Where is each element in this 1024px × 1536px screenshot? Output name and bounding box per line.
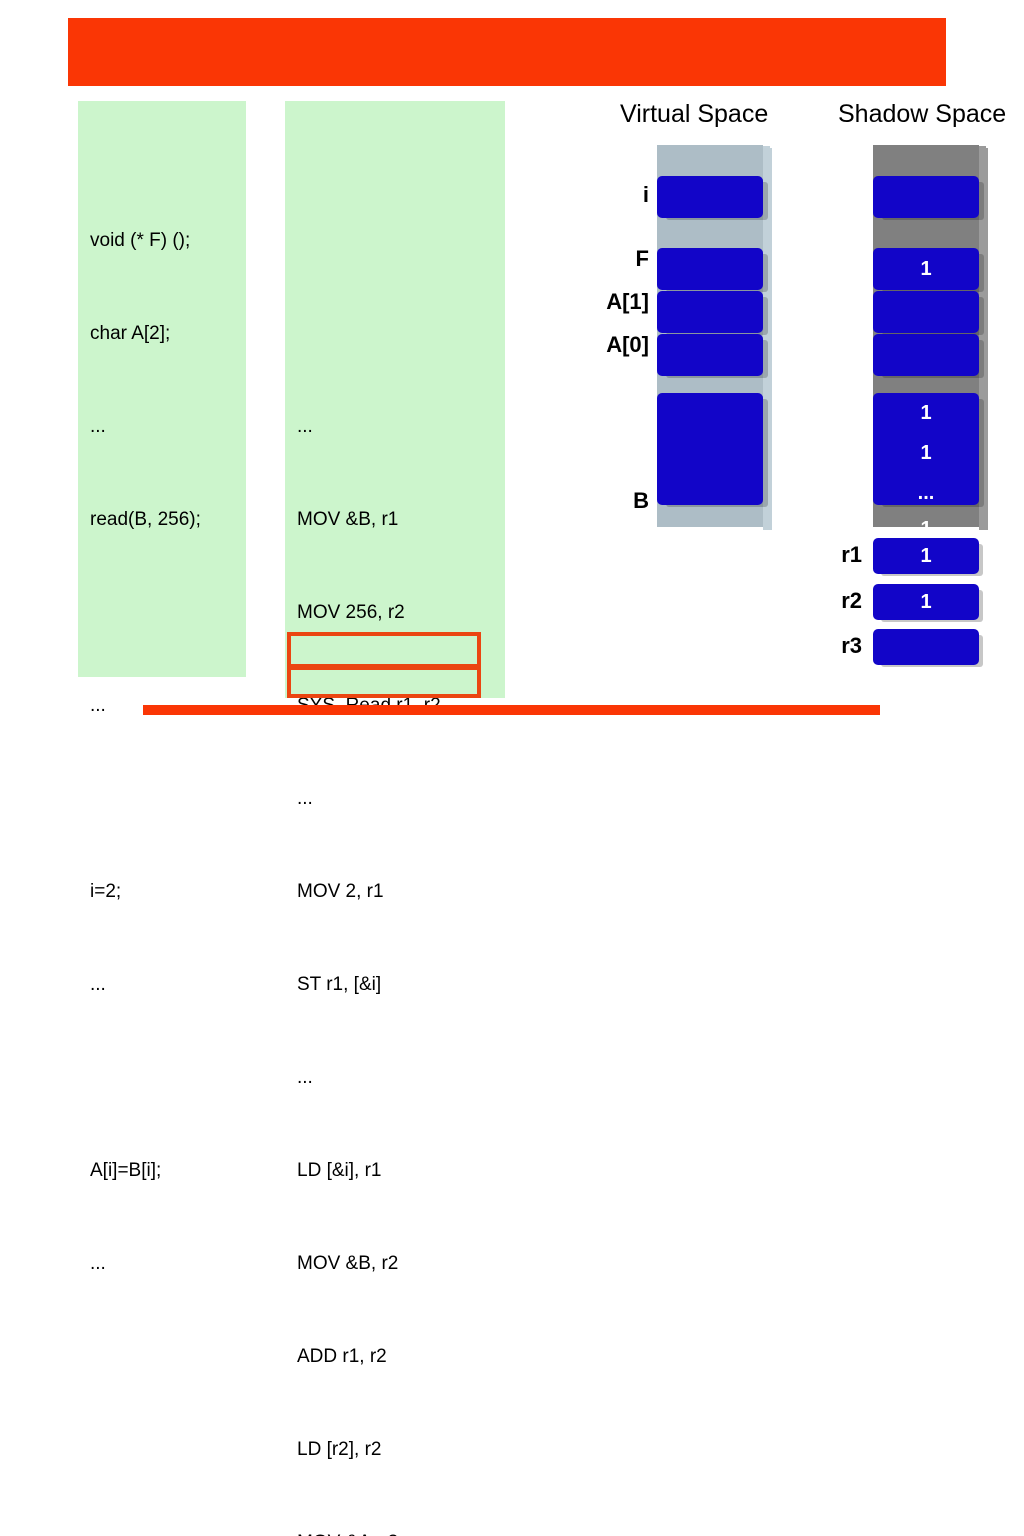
shadow-space-title: Shadow Space — [838, 100, 1007, 128]
virtual-row-label-B: B — [633, 488, 649, 513]
shadow-cell-i — [873, 176, 979, 218]
asm-line: ... — [297, 416, 313, 437]
shadow-cell-F: 1 — [873, 248, 979, 290]
register-label-r3: r3 — [841, 633, 862, 658]
shadow-b-value: 1 — [920, 518, 932, 540]
source-code-panel: void (* F) (); char A[2]; ... read(B, 25… — [78, 101, 246, 1274]
source-line: char A[2]; — [90, 323, 171, 344]
source-line-blank — [78, 597, 246, 628]
asm-line: MOV 256, r2 — [297, 602, 405, 623]
source-line: ... — [90, 416, 106, 437]
asm-line: LD [&i], r1 — [297, 1160, 382, 1181]
register-cell-r1: 1 — [873, 538, 979, 574]
asm-line: MOV &B, r2 — [297, 1253, 399, 1274]
virtual-cell-B — [657, 393, 763, 505]
shadow-cell-A1 — [873, 291, 979, 333]
shadow-space-column: 1 1 1 ... 1 — [873, 145, 988, 539]
source-line-blank — [78, 1062, 246, 1093]
source-line: void (* F) (); — [90, 230, 191, 251]
asm-line: MOV &A, r3 — [285, 1527, 505, 1536]
shadow-cell-A0 — [873, 334, 979, 376]
shadow-cell-B: 1 1 ... 1 — [873, 393, 979, 539]
asm-line-blank — [285, 318, 505, 349]
source-line: ... — [90, 1253, 106, 1274]
source-line-blank — [78, 1527, 246, 1536]
virtual-cell-F — [657, 248, 763, 290]
virtual-space-column — [657, 145, 772, 530]
source-line: ... — [90, 974, 106, 995]
shadow-b-ellipsis: ... — [917, 482, 935, 504]
asm-line: ST r1, [&i] — [297, 974, 382, 995]
virtual-row-label-A0: A[0] — [606, 332, 649, 357]
source-line-blank — [78, 1341, 246, 1372]
asm-line: MOV &B, r1 — [297, 509, 399, 530]
assembly-code-lines: ... MOV &B, r1 MOV 256, r2 SYS_Read r1, … — [285, 163, 505, 1536]
register-label-r1: r1 — [841, 542, 862, 567]
asm-line: MOV 2, r1 — [297, 881, 384, 902]
virtual-cell-A0 — [657, 334, 763, 376]
top-banner — [68, 18, 946, 86]
source-line: read(B, 256); — [90, 509, 201, 530]
virtual-row-label-F: F — [635, 246, 649, 271]
virtual-cell-A1 — [657, 291, 763, 333]
asm-line: LD [r2], r2 — [297, 1439, 382, 1460]
source-line-blank — [78, 783, 246, 814]
virtual-space-title: Virtual Space — [620, 100, 769, 128]
asm-line-blank — [285, 225, 505, 256]
virtual-row-label-A1: A[1] — [606, 289, 649, 314]
virtual-row-label-i: i — [642, 182, 649, 207]
bottom-rule — [143, 705, 880, 715]
register-cell-r2: 1 — [873, 584, 979, 620]
assembly-code-panel: ... MOV &B, r1 MOV 256, r2 SYS_Read r1, … — [285, 101, 505, 1536]
register-cell-r3 — [873, 629, 979, 665]
register-label-r2: r2 — [841, 588, 862, 613]
shadow-column-3d-face — [979, 148, 988, 530]
source-line: i=2; — [90, 881, 122, 902]
shadow-b-value: 1 — [920, 442, 932, 464]
shadow-b-value: 1 — [920, 402, 932, 424]
source-line-blank — [78, 1434, 246, 1465]
asm-line: ... — [297, 1067, 313, 1088]
virtual-cell-i — [657, 176, 763, 218]
source-line: A[i]=B[i]; — [90, 1160, 162, 1181]
virtual-column-3d-face — [763, 148, 772, 530]
asm-line: ... — [297, 788, 313, 809]
asm-line: ADD r1, r2 — [297, 1346, 387, 1367]
source-code-lines: void (* F) (); char A[2]; ... read(B, 25… — [78, 163, 246, 1536]
